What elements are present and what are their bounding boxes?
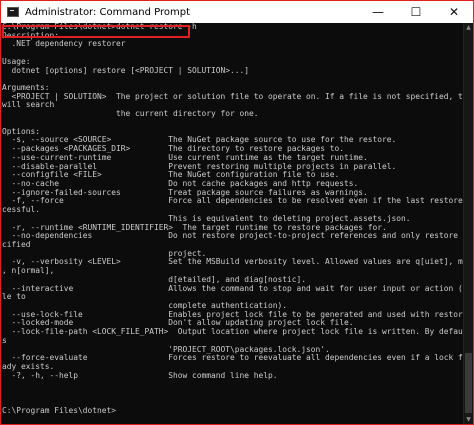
minimize-button[interactable]: — bbox=[359, 1, 397, 23]
console-output[interactable]: C:\Program Files\dotnet>dotnet restore -… bbox=[1, 23, 465, 424]
close-button[interactable]: ✕ bbox=[435, 1, 473, 23]
title-bar[interactable]: Administrator: Command Prompt — ☐ ✕ bbox=[1, 1, 473, 23]
console-line: <PROJECT | SOLUTION> The project or solu… bbox=[2, 91, 466, 101]
console-line: the current directory for one. bbox=[2, 109, 259, 119]
command-highlight-box bbox=[2, 25, 190, 38]
console-line: C:\Program Files\dotnet> bbox=[2, 405, 117, 415]
console-line: --lock-file-path <LOCK_FILE_PATH> Output… bbox=[2, 327, 466, 337]
console-line: -?, -h, --help Show command line help. bbox=[2, 370, 278, 380]
scroll-up-arrow-icon[interactable]: ▲ bbox=[464, 23, 473, 32]
console-line: --interactive Allows the command to stop… bbox=[2, 283, 466, 293]
maximize-button[interactable]: ☐ bbox=[397, 1, 435, 23]
scrollbar-thumb[interactable] bbox=[465, 353, 472, 413]
vertical-scrollbar[interactable]: ▲ ▼ bbox=[463, 23, 473, 424]
scroll-down-arrow-icon[interactable]: ▼ bbox=[464, 415, 473, 424]
command-prompt-window: Administrator: Command Prompt — ☐ ✕ C:\P… bbox=[0, 0, 474, 425]
console-line: -f, --force Force all dependencies to be… bbox=[2, 196, 465, 206]
window-title: Administrator: Command Prompt bbox=[25, 6, 190, 18]
console-line: --force-evaluate Forces restore to reeva… bbox=[2, 353, 466, 363]
console-line: -v, --verbosity <LEVEL> Set the MSBuild … bbox=[2, 257, 466, 267]
console-line: --no-dependencies Do not restore project… bbox=[2, 231, 466, 241]
console-line: .NET dependency restorer bbox=[2, 39, 126, 49]
console-line: dotnet [options] restore [<PROJECT | SOL… bbox=[2, 65, 250, 75]
cmd-icon bbox=[7, 7, 19, 17]
